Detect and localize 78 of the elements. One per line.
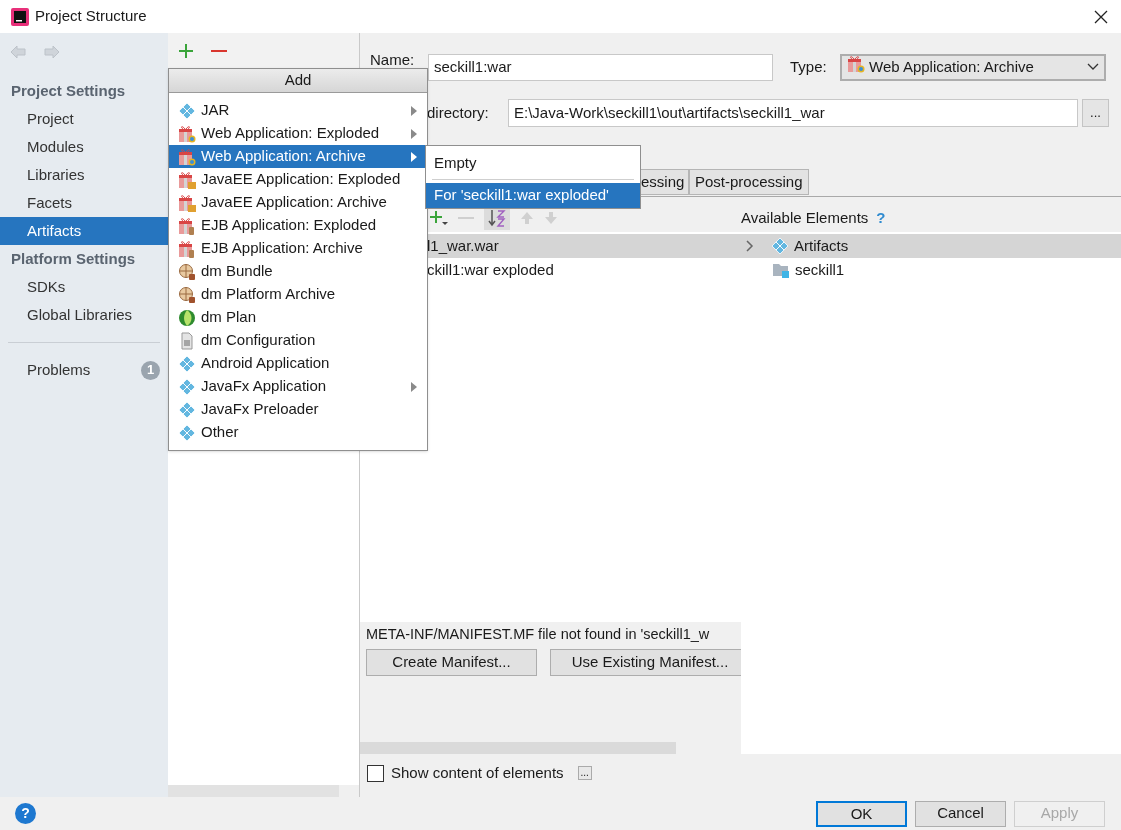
button[interactable]: Create Manifest... [366,649,537,676]
tab[interactable]: Post-processing [689,169,809,195]
gift-icon [178,239,196,258]
menu-item[interactable]: dm Configuration [169,329,427,352]
field-label: Type: [790,56,828,77]
diamond-icon [178,101,196,120]
back-arrow-icon[interactable] [10,45,26,59]
menu-title: Add [169,69,427,93]
button[interactable]: Cancel [915,800,1006,827]
gift-icon [178,193,196,212]
diamond-icon [178,400,196,419]
browse-button[interactable]: ... [1082,99,1109,127]
diamond-icon [178,354,196,373]
menu-item[interactable]: JavaFx Application [169,375,427,398]
menu-item[interactable]: For 'seckill1:war exploded' [426,183,640,208]
diamond-icon [178,377,196,396]
gift-icon [178,170,196,189]
panel-title: Available Elements [741,207,869,228]
tab[interactable]: essing [641,169,689,195]
globe-icon [178,262,196,281]
name-field[interactable]: seckill1:war [428,53,773,81]
type-dropdown[interactable]: Web Application: Archive [840,53,1106,81]
tree-item[interactable]: Artifacts [741,234,1121,258]
add-icon[interactable] [179,43,193,58]
gift-icon [178,147,196,166]
sidebar-item[interactable]: Facets [0,189,168,217]
add-icon[interactable] [430,210,448,226]
output-directory-field[interactable]: E:\Java-Work\seckill1\out\artifacts\seckill1_war [508,99,1078,127]
section-header: Project Settings [10,80,127,101]
gift-icon [178,124,196,143]
gift-icon [847,54,865,73]
gift-icon [178,216,196,235]
field-label: Name: [370,52,416,67]
menu-item[interactable]: JavaFx Preloader [169,398,427,421]
diamond-icon [178,423,196,442]
menu-item[interactable]: EJB Application: Exploded [169,214,427,237]
section-header: Platform Settings [10,248,137,269]
folder-icon [772,261,790,279]
globe-icon [178,285,196,304]
menu-item[interactable]: Other [169,421,427,444]
sidebar-item[interactable]: Libraries [0,161,168,189]
menu-item[interactable]: JavaEE Application: Archive [169,191,427,214]
window-title: Project Structure [35,6,147,27]
button[interactable]: OK [816,800,907,827]
menu-item[interactable]: Web Application: Exploded [169,122,427,145]
help-button[interactable]: ? [15,803,36,824]
sidebar-item[interactable]: Project [0,105,168,133]
forward-arrow-icon[interactable] [44,45,60,59]
field-label: directory: [427,102,490,123]
more-button[interactable]: ... [577,766,592,780]
menu-item[interactable]: dm Plan [169,306,427,329]
sidebar-item[interactable]: Global Libraries [0,301,168,329]
button[interactable]: Use Existing Manifest... [550,649,741,676]
menu-item[interactable]: dm Bundle [169,260,427,283]
diamond-icon [771,237,789,255]
menu-item[interactable]: Empty [426,151,640,176]
document-icon [178,331,196,350]
count-badge: 1 [141,360,160,380]
scrollbar[interactable] [168,785,339,797]
scrollbar[interactable] [360,742,676,754]
close-icon[interactable] [1094,9,1108,24]
menu-item[interactable]: JavaEE Application: Exploded [169,168,427,191]
checkbox-label: Show content of elements [391,762,564,783]
menu-item[interactable]: dm Platform Archive [169,283,427,306]
chevron-right-icon[interactable] [746,240,754,252]
chevron-down-icon [1087,63,1099,71]
menu-item[interactable]: Web Application: Archive [169,145,427,168]
menu-item[interactable]: Android Application [169,352,427,375]
sidebar-item[interactable]: Problems [27,358,91,382]
leaf-icon [178,308,196,327]
app-icon [11,7,29,26]
menu-item[interactable]: JAR [169,99,427,122]
tree-item[interactable]: seckill1 [741,258,1121,282]
warning-message: META-INF/MANIFEST.MF file not found in 'seckill1_w [365,625,711,644]
sidebar-item[interactable]: SDKs [0,273,168,301]
checkbox[interactable] [367,764,384,782]
sidebar-item[interactable]: Artifacts [0,217,168,245]
sidebar-item[interactable]: Modules [0,133,168,161]
